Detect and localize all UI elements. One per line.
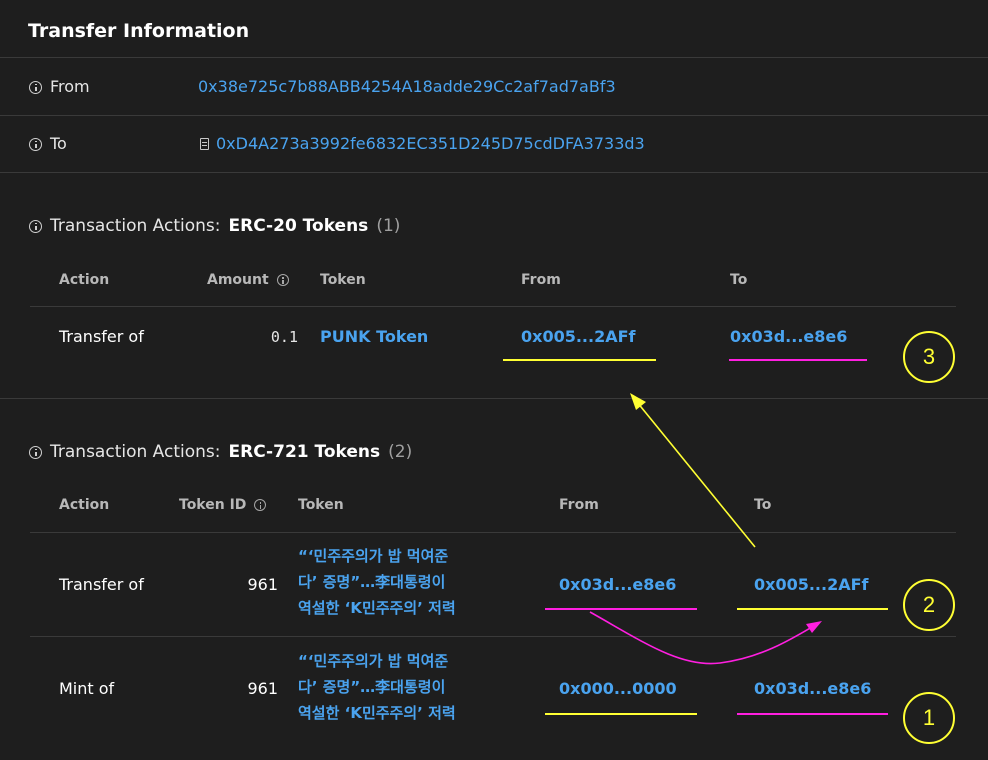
- yellow-arrowhead: [630, 393, 646, 410]
- magenta-arrow-curve: [589, 611, 813, 665]
- yellow-arrow-line: [636, 401, 756, 548]
- annotation-arrows: [589, 393, 822, 665]
- magenta-arrowhead: [806, 621, 822, 633]
